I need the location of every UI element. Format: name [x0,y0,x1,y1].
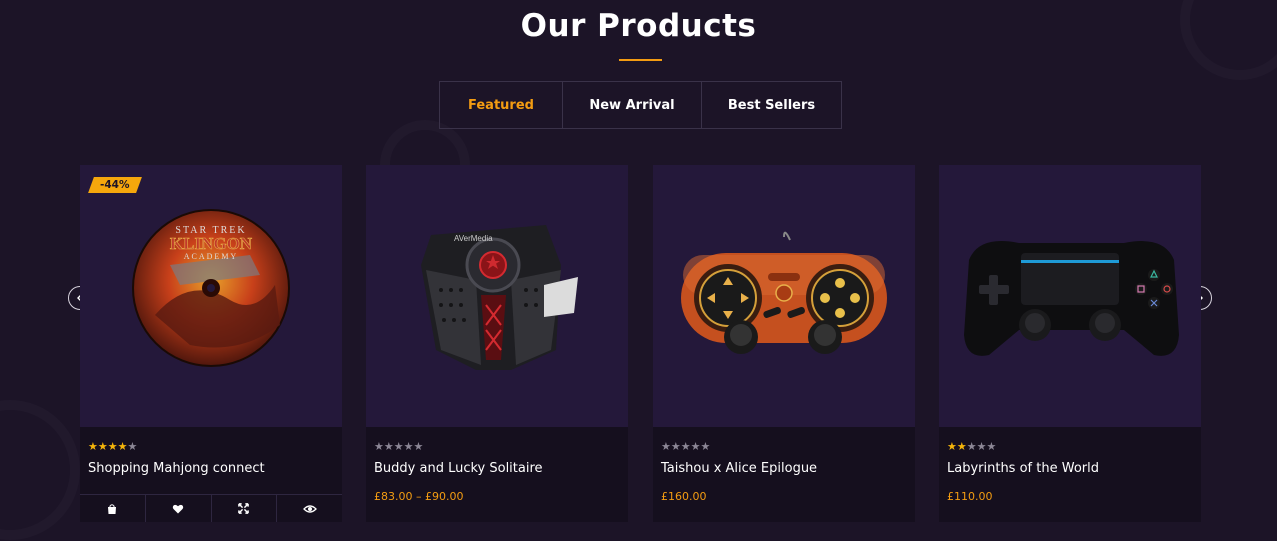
star-empty-icon: ★ [690,440,701,453]
star-empty-icon: ★ [680,440,691,453]
tab-featured[interactable]: Featured [440,82,563,128]
product-name[interactable]: Buddy and Lucky Solitaire [374,461,620,476]
star-empty-icon: ★ [383,440,394,453]
disc-title-line2: KLINGON [170,234,253,253]
product-name[interactable]: Taishou x Alice Epilogue [661,461,907,476]
orange-gamepad-icon [681,231,887,354]
compare-button[interactable] [212,495,278,522]
star-empty-icon: ★ [966,440,977,453]
product-actions [80,494,342,522]
star-empty-icon: ★ [393,440,404,453]
star-empty-icon: ★ [413,440,424,453]
star-empty-icon: ★ [700,440,711,453]
black-gamepad-icon [964,241,1179,356]
product-info: ★★★★★ Taishou x Alice Epilogue £160.00 [653,427,915,522]
star-empty-icon: ★ [374,440,384,453]
star-empty-icon: ★ [661,440,671,453]
tab-new-arrival[interactable]: New Arrival [563,82,702,128]
heart-icon [172,504,184,513]
wishlist-button[interactable] [146,495,212,522]
eye-icon [302,504,317,513]
star-empty-icon: ★ [976,440,987,453]
shopping-bag-icon [108,503,117,514]
product-card[interactable]: STAR TREK KLINGON ACADEMY ★★★★★ Shopping… [80,165,342,522]
quick-view-button[interactable] [277,495,342,522]
product-card[interactable]: ★★★★★ Taishou x Alice Epilogue £160.00 [653,165,915,522]
star-filled-icon: ★ [88,440,98,453]
star-filled-icon: ★ [107,440,118,453]
star-filled-icon: ★ [97,440,108,453]
star-empty-icon: ★ [127,440,138,453]
product-card[interactable]: ★★★★★ Labyrinths of the World £110.00 [939,165,1201,522]
product-info: ★★★★★ Labyrinths of the World £110.00 [939,427,1201,522]
expand-icon [238,503,250,514]
rating-stars: ★★★★★ [88,439,334,455]
tab-best-sellers[interactable]: Best Sellers [702,82,841,128]
star-empty-icon: ★ [670,440,681,453]
section-title: Our Products [520,8,757,44]
product-image[interactable] [939,165,1201,427]
star-filled-icon: ★ [117,440,128,453]
product-card[interactable]: AVerMedia ★★★★★ Buddy and Lucky Solitair… [366,165,628,522]
product-name[interactable]: Labyrinths of the World [947,461,1193,476]
product-tabs: Featured New Arrival Best Sellers [439,81,842,129]
product-image[interactable]: AVerMedia [366,165,628,427]
star-filled-icon: ★ [947,440,957,453]
rating-stars: ★★★★★ [947,439,1193,455]
avermedia-capture-device-icon: AVerMedia [421,225,578,370]
product-price: £160.00 [661,490,707,503]
product-price: £110.00 [947,490,993,503]
product-image[interactable] [653,165,915,427]
product-name[interactable]: Shopping Mahjong connect [88,461,334,476]
disc-title-line3: ACADEMY [184,252,238,261]
add-to-cart-button[interactable] [80,495,146,522]
rating-stars: ★★★★★ [661,439,907,455]
star-empty-icon: ★ [403,440,414,453]
background-decoration [0,400,80,540]
sale-badge: -44% [88,177,142,193]
avermedia-logo: AVerMedia [454,234,493,243]
product-info: ★★★★★ Buddy and Lucky Solitaire £83.00 –… [366,427,628,522]
star-empty-icon: ★ [986,440,997,453]
star-filled-icon: ★ [956,440,967,453]
title-underline [619,59,662,61]
dvd-disc-icon: STAR TREK KLINGON ACADEMY [132,209,290,367]
rating-stars: ★★★★★ [374,439,620,455]
product-price: £83.00 – £90.00 [374,490,464,503]
product-image[interactable]: STAR TREK KLINGON ACADEMY [80,165,342,427]
